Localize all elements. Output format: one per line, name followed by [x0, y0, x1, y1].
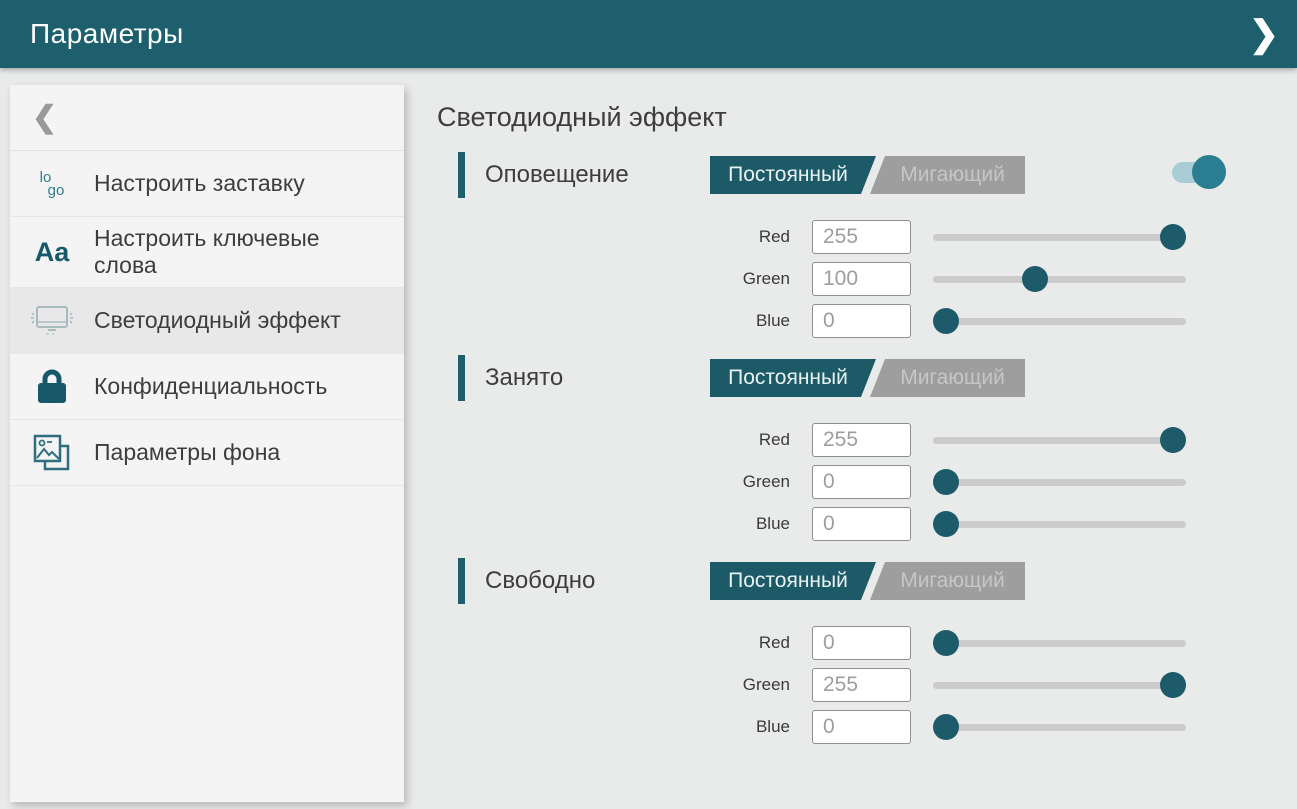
sidebar-item-keywords[interactable]: Aa Настроить ключевые слова [10, 217, 404, 288]
tab-constant[interactable]: Постоянный [710, 156, 876, 194]
slider-track [933, 479, 1186, 486]
slider-thumb[interactable] [1022, 266, 1048, 292]
tab-blinking[interactable]: Мигающий [870, 562, 1025, 600]
tab-constant[interactable]: Постоянный [710, 562, 876, 600]
lock-icon [10, 367, 94, 407]
app-header: Параметры ❯ [0, 0, 1297, 68]
keywords-icon: Aa [10, 237, 94, 268]
back-button[interactable]: ❮ [10, 85, 404, 151]
sidebar-item-screensaver[interactable]: logo Настроить заставку [10, 151, 404, 217]
section-accent-bar [458, 152, 465, 198]
page-title: Параметры [30, 18, 184, 50]
slider-track [933, 437, 1186, 444]
slider-track [933, 234, 1186, 241]
section-label: Свободно [485, 558, 595, 604]
sidebar-item-background[interactable]: Параметры фона [10, 420, 404, 486]
content-title: Светодиодный эффект [437, 99, 1297, 135]
slider-track [933, 276, 1186, 283]
sidebar-item-led-effect[interactable]: Светодиодный эффект [10, 288, 404, 354]
green-label: Green [437, 664, 790, 706]
red-label: Red [437, 216, 790, 258]
slider-track [933, 682, 1186, 689]
collapse-panel-icon[interactable]: ❯ [1249, 10, 1279, 58]
red-slider[interactable] [933, 419, 1186, 461]
section-label: Оповещение [485, 152, 629, 198]
sidebar-item-label: Настроить ключевые слова [94, 225, 379, 279]
section-free: Свободно Постоянный Мигающий Red Green B… [437, 558, 1297, 748]
green-label: Green [437, 258, 790, 300]
background-images-icon [10, 432, 94, 474]
blue-input[interactable] [812, 304, 911, 338]
blue-label: Blue [437, 706, 790, 748]
red-slider[interactable] [933, 622, 1186, 664]
section-accent-bar [458, 558, 465, 604]
section-label: Занято [485, 355, 563, 401]
green-slider[interactable] [933, 258, 1186, 300]
slider-track [933, 640, 1186, 647]
red-label: Red [437, 622, 790, 664]
green-slider[interactable] [933, 664, 1186, 706]
toggle-knob [1192, 155, 1226, 189]
blue-slider[interactable] [933, 300, 1186, 342]
tab-blinking[interactable]: Мигающий [870, 156, 1025, 194]
slider-thumb[interactable] [1160, 427, 1186, 453]
led-screen-icon [10, 304, 94, 338]
sidebar-item-label: Светодиодный эффект [94, 307, 341, 334]
slider-track [933, 521, 1186, 528]
tab-constant[interactable]: Постоянный [710, 359, 876, 397]
notification-led-toggle[interactable] [1172, 155, 1226, 189]
red-label: Red [437, 419, 790, 461]
settings-sidebar: ❮ logo Настроить заставку Aa Настроить к… [10, 85, 404, 802]
chevron-left-icon: ❮ [32, 100, 57, 135]
mode-tabs: Постоянный Мигающий [710, 156, 1025, 194]
slider-thumb[interactable] [933, 469, 959, 495]
slider-thumb[interactable] [933, 511, 959, 537]
blue-label: Blue [437, 503, 790, 545]
slider-track [933, 724, 1186, 731]
red-input[interactable] [812, 220, 911, 254]
slider-track [933, 318, 1186, 325]
slider-thumb[interactable] [933, 714, 959, 740]
sidebar-item-label: Конфиденциальность [94, 373, 327, 400]
led-effect-panel: Светодиодный эффект Оповещение Постоянны… [437, 85, 1297, 761]
mode-tabs: Постоянный Мигающий [710, 562, 1025, 600]
red-input[interactable] [812, 626, 911, 660]
section-accent-bar [458, 355, 465, 401]
slider-thumb[interactable] [1160, 224, 1186, 250]
tab-blinking[interactable]: Мигающий [870, 359, 1025, 397]
blue-label: Blue [437, 300, 790, 342]
section-busy: Занято Постоянный Мигающий Red Green Blu… [437, 355, 1297, 545]
green-input[interactable] [812, 668, 911, 702]
blue-input[interactable] [812, 507, 911, 541]
sidebar-item-label: Настроить заставку [94, 170, 305, 197]
green-input[interactable] [812, 262, 911, 296]
slider-thumb[interactable] [1160, 672, 1186, 698]
green-label: Green [437, 461, 790, 503]
sidebar-item-privacy[interactable]: Конфиденциальность [10, 354, 404, 420]
mode-tabs: Постоянный Мигающий [710, 359, 1025, 397]
blue-slider[interactable] [933, 503, 1186, 545]
section-notification: Оповещение Постоянный Мигающий Red Green [437, 152, 1297, 342]
sidebar-item-label: Параметры фона [94, 439, 280, 466]
blue-slider[interactable] [933, 706, 1186, 748]
green-input[interactable] [812, 465, 911, 499]
green-slider[interactable] [933, 461, 1186, 503]
red-slider[interactable] [933, 216, 1186, 258]
slider-thumb[interactable] [933, 308, 959, 334]
blue-input[interactable] [812, 710, 911, 744]
logo-icon: logo [10, 171, 94, 197]
red-input[interactable] [812, 423, 911, 457]
slider-thumb[interactable] [933, 630, 959, 656]
